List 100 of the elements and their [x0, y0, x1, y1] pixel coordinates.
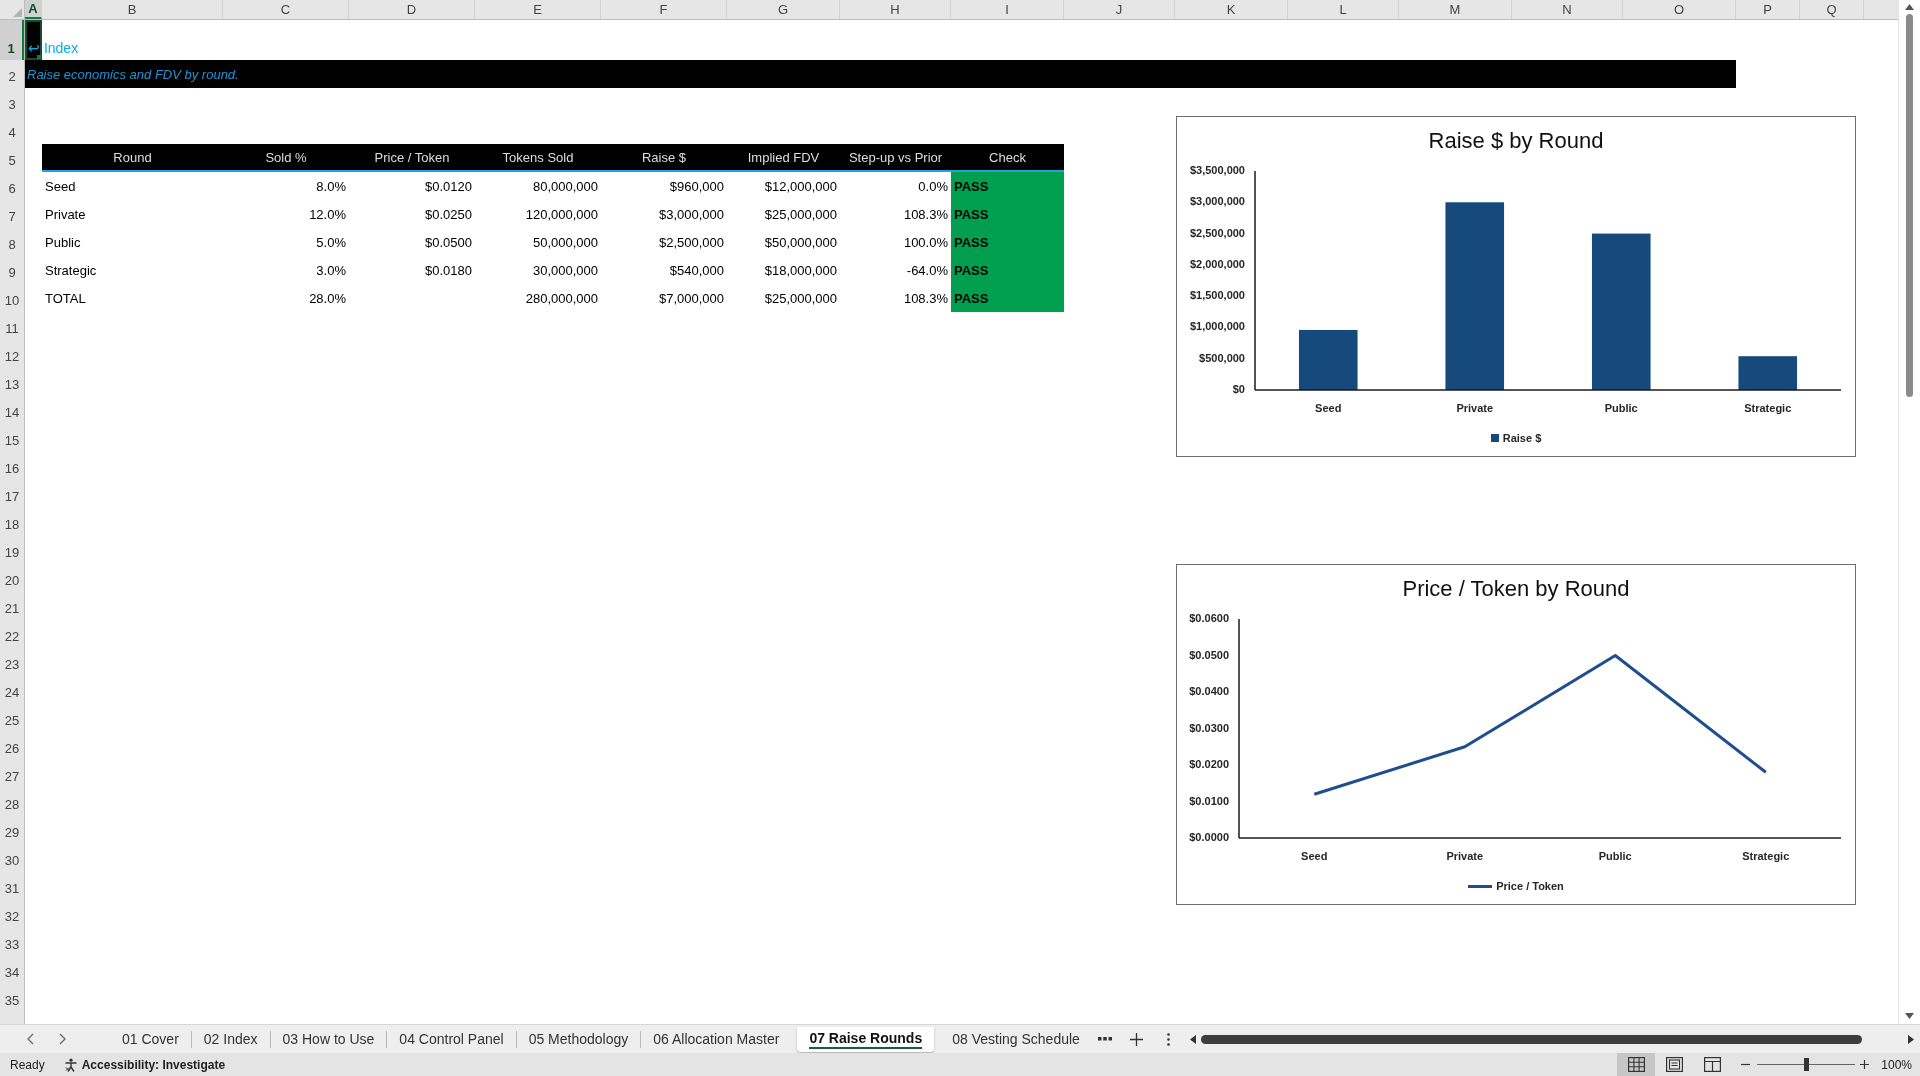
plus-icon[interactable] [1129, 1032, 1143, 1046]
row-header[interactable]: 16 [0, 452, 24, 480]
table-cell-text: 12.0% [308, 206, 347, 222]
row-header[interactable]: 14 [0, 396, 24, 424]
column-header[interactable]: K [1175, 0, 1288, 19]
column-header[interactable]: D [349, 0, 475, 19]
subtitle: Raise economics and FDV by round. [27, 66, 239, 82]
scroll-right-icon[interactable] [1908, 1034, 1914, 1044]
column-header[interactable]: A [25, 0, 42, 19]
row-header[interactable]: 30 [0, 844, 24, 872]
accessibility-status[interactable]: Accessibility: Investigate [81, 1057, 226, 1072]
table-cell-text: $0.0120 [424, 178, 473, 194]
column-header[interactable]: N [1512, 0, 1623, 19]
row-header[interactable]: 6 [0, 172, 24, 200]
scrollbar-thumb[interactable] [1200, 1034, 1862, 1044]
column-heading: Round [112, 149, 153, 165]
row-header[interactable]: 24 [0, 676, 24, 704]
row-header[interactable]: 13 [0, 368, 24, 396]
row-header[interactable]: 22 [0, 620, 24, 648]
sheet-tab[interactable]: 03 How to Use [270, 1026, 387, 1052]
row-header[interactable]: 3 [0, 88, 24, 116]
row-header[interactable]: 32 [0, 900, 24, 928]
table-cell-text: 8.0% [315, 178, 347, 194]
column-header[interactable]: P [1736, 0, 1800, 19]
check-cell: PASS [951, 172, 1064, 200]
column-header[interactable]: I [951, 0, 1064, 19]
table-cell-text: -64.0% [905, 262, 949, 278]
sheet-tab[interactable]: 08 Vesting Schedule [940, 1026, 1092, 1052]
row-header[interactable]: 11 [0, 312, 24, 340]
row-header[interactable]: 25 [0, 704, 24, 732]
row-header[interactable]: 20 [0, 564, 24, 592]
vertical-dots-icon[interactable] [1166, 1032, 1170, 1046]
row-header[interactable]: 18 [0, 508, 24, 536]
column-heading: Sold % [264, 149, 308, 165]
scroll-up-icon[interactable] [1905, 4, 1914, 10]
row-header[interactable]: 8 [0, 228, 24, 256]
row-header[interactable]: 9 [0, 256, 24, 284]
column-heading: Raise $ [640, 149, 688, 165]
table-cell-text: $25,000,000 [763, 290, 838, 306]
row-header[interactable]: 2 [0, 60, 24, 88]
sheet-tab[interactable]: 04 Control Panel [387, 1026, 516, 1052]
y-axis-label: $1,500,000 [1189, 289, 1245, 302]
column-header[interactable]: M [1399, 0, 1512, 19]
column-header[interactable]: B [42, 0, 223, 19]
row-header[interactable]: 4 [0, 116, 24, 144]
column-header[interactable]: G [727, 0, 840, 19]
row-header[interactable]: 21 [0, 592, 24, 620]
scroll-down-icon[interactable] [1905, 1013, 1914, 1019]
table-cell-text: 5.0% [315, 234, 347, 250]
zoom-in-icon[interactable] [1860, 1060, 1870, 1069]
sheet-tab[interactable]: 02 Index [191, 1026, 270, 1052]
column-header[interactable]: Q [1800, 0, 1864, 19]
scrollbar-thumb[interactable] [1906, 14, 1913, 397]
table-cell-text: 3.0% [315, 262, 347, 278]
row-header[interactable]: 35 [0, 984, 24, 1012]
row-header[interactable]: 12 [0, 340, 24, 368]
column-header[interactable]: C [223, 0, 349, 19]
chart-title: Price / Token by Round [1402, 575, 1630, 603]
accessibility-icon[interactable] [63, 1057, 78, 1072]
table-cell-text: $25,000,000 [763, 206, 838, 222]
row-header[interactable]: 28 [0, 788, 24, 816]
column-header[interactable]: E [475, 0, 601, 19]
row-header[interactable]: 1 [0, 20, 24, 60]
column-header[interactable]: F [601, 0, 727, 19]
table-cell-text: 0.0% [917, 178, 949, 194]
ellipsis-icon[interactable] [1097, 1037, 1112, 1041]
zoom-level[interactable]: 100% [1881, 1057, 1912, 1072]
row-header[interactable]: 26 [0, 732, 24, 760]
selected-cell[interactable] [25, 20, 42, 60]
row-header[interactable]: 27 [0, 760, 24, 788]
row-header[interactable]: 17 [0, 480, 24, 508]
row-header[interactable]: 19 [0, 536, 24, 564]
sheet-tab[interactable]: 01 Cover [110, 1026, 191, 1052]
row-header[interactable]: 23 [0, 648, 24, 676]
row-header[interactable]: 29 [0, 816, 24, 844]
view-button[interactable] [1617, 1053, 1656, 1076]
index-link[interactable]: ↩ Index [28, 40, 79, 56]
row-header[interactable]: 7 [0, 200, 24, 228]
row-header[interactable]: 34 [0, 956, 24, 984]
column-header[interactable]: O [1623, 0, 1736, 19]
y-axis-label: $1,000,000 [1189, 320, 1245, 333]
column-header[interactable]: L [1288, 0, 1399, 19]
sheet-tab[interactable]: 06 Allocation Master [641, 1026, 792, 1052]
status-text: Ready [10, 1057, 45, 1072]
sheet-tab[interactable]: 07 Raise Rounds [797, 1026, 935, 1052]
row-header[interactable]: 33 [0, 928, 24, 956]
zoom-slider-thumb[interactable] [1804, 1058, 1810, 1071]
row-header[interactable]: 31 [0, 872, 24, 900]
scroll-left-icon[interactable] [1189, 1034, 1196, 1044]
row-header[interactable]: 5 [0, 144, 24, 172]
sheet-tab[interactable]: 05 Methodology [516, 1026, 641, 1052]
chevron-left-icon[interactable] [26, 1033, 34, 1045]
column-heading: Check [988, 149, 1027, 165]
y-axis-label: $3,500,000 [1189, 164, 1245, 176]
row-header[interactable]: 10 [0, 284, 24, 312]
x-axis-label: Strategic [1744, 402, 1792, 414]
column-header[interactable]: J [1064, 0, 1175, 19]
column-header[interactable]: H [840, 0, 951, 19]
row-header[interactable]: 15 [0, 424, 24, 452]
chevron-right-icon[interactable] [59, 1033, 67, 1045]
